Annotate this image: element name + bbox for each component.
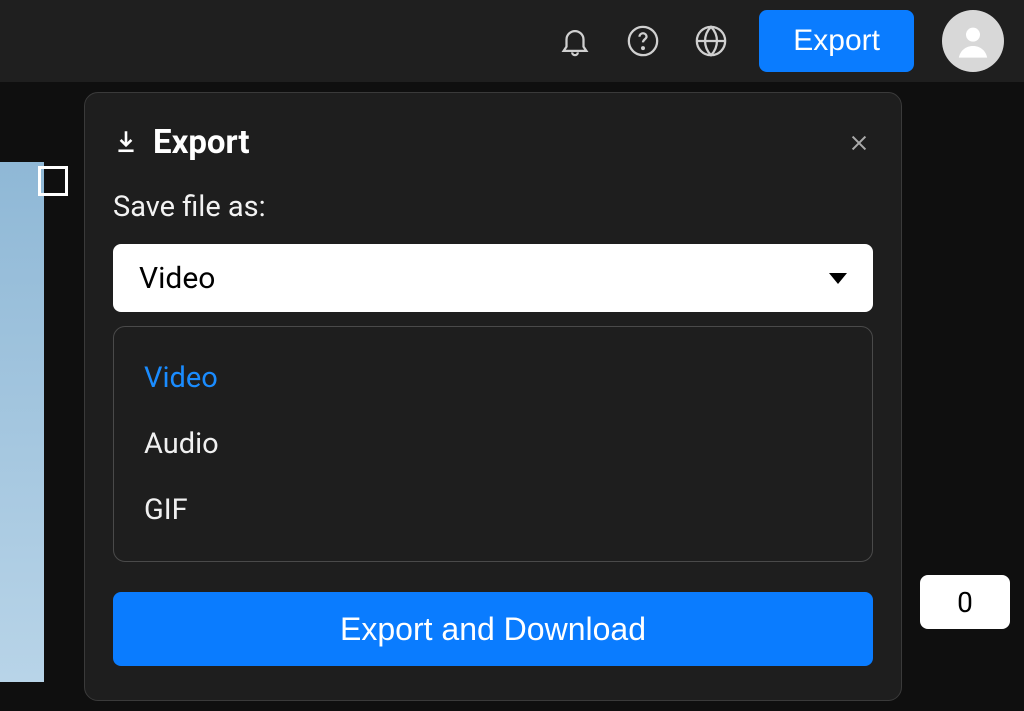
chevron-down-icon	[829, 273, 847, 284]
option-audio[interactable]: Audio	[114, 411, 872, 477]
format-options-list: Video Audio GIF	[113, 326, 873, 562]
close-icon[interactable]	[845, 129, 873, 157]
avatar[interactable]	[942, 10, 1004, 72]
globe-icon[interactable]	[691, 21, 731, 61]
option-gif[interactable]: GIF	[114, 477, 872, 543]
save-as-label: Save file as:	[113, 190, 873, 224]
format-select[interactable]: Video	[113, 244, 873, 312]
bell-icon[interactable]	[555, 21, 595, 61]
numeric-input[interactable]: 0	[920, 575, 1010, 629]
option-video[interactable]: Video	[114, 345, 872, 411]
preview-panel	[0, 162, 44, 682]
dialog-header: Export	[113, 123, 873, 162]
export-download-button[interactable]: Export and Download	[113, 592, 873, 666]
help-icon[interactable]	[623, 21, 663, 61]
dialog-title: Export	[153, 123, 250, 162]
crop-handle[interactable]	[38, 166, 68, 196]
topbar: Export	[0, 0, 1024, 82]
export-dialog: Export Save file as: Video Video Audio G…	[84, 92, 902, 701]
select-value: Video	[139, 261, 215, 296]
download-icon	[113, 128, 139, 158]
export-button[interactable]: Export	[759, 10, 914, 72]
